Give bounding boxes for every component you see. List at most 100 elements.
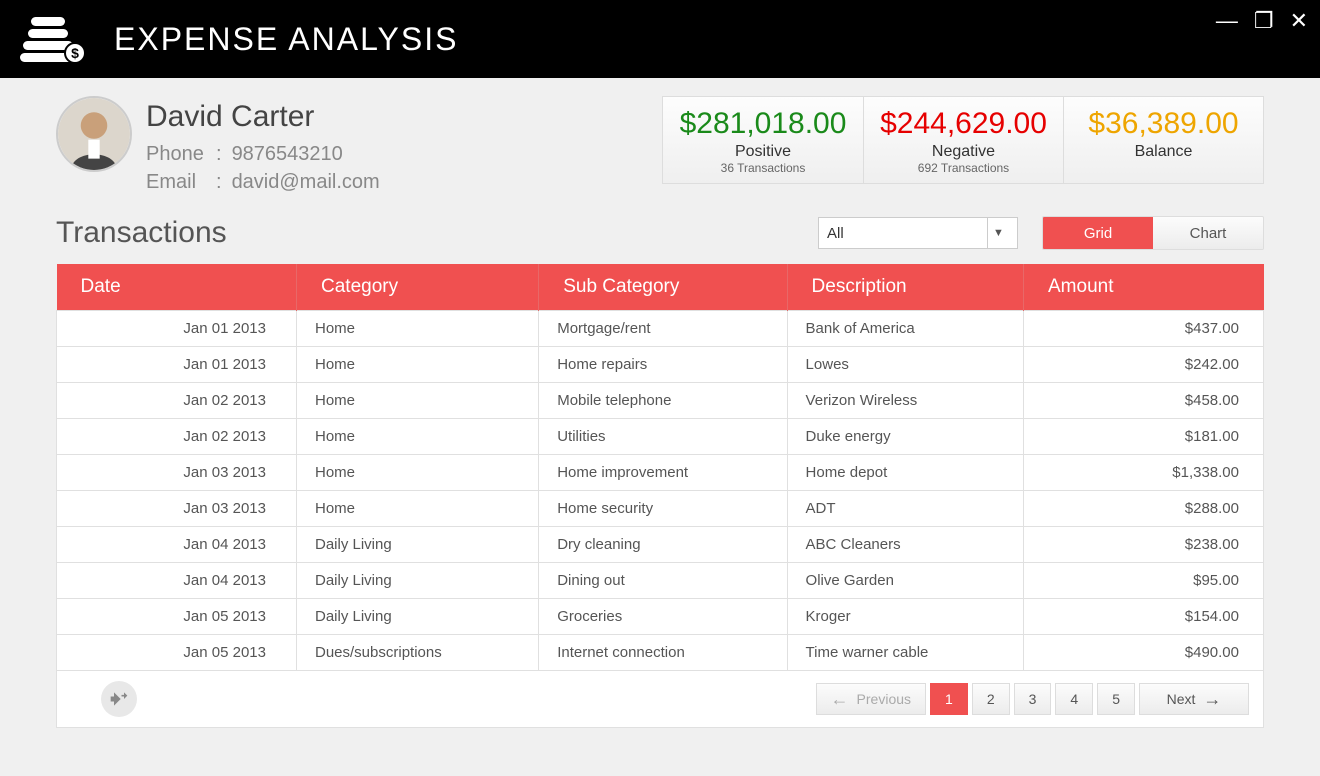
cell-amount: $288.00	[1024, 491, 1264, 527]
negative-amount: $244,629.00	[876, 107, 1051, 141]
cell-subcategory: Home repairs	[539, 347, 787, 383]
cell-date: Jan 04 2013	[57, 527, 297, 563]
pager-page-1[interactable]: 1	[930, 683, 968, 715]
cell-amount: $154.00	[1024, 599, 1264, 635]
view-chart-button[interactable]: Chart	[1153, 217, 1263, 249]
pager-page-2[interactable]: 2	[972, 683, 1010, 715]
cell-category: Daily Living	[297, 599, 539, 635]
window-controls: — ❐ ✕	[1216, 8, 1308, 34]
positive-sub: 36 Transactions	[675, 161, 851, 175]
cell-amount: $95.00	[1024, 563, 1264, 599]
cell-amount: $437.00	[1024, 311, 1264, 347]
email-value: david@mail.com	[232, 168, 380, 196]
cell-category: Home	[297, 311, 539, 347]
table-row[interactable]: Jan 02 2013 Home Mobile telephone Verizo…	[57, 383, 1264, 419]
cell-category: Home	[297, 347, 539, 383]
avatar	[56, 96, 132, 172]
positive-label: Positive	[675, 143, 851, 161]
positive-amount: $281,018.00	[675, 107, 851, 141]
app-title: EXPENSE ANALYSIS	[114, 21, 458, 58]
cell-description: Duke energy	[787, 419, 1023, 455]
th-amount[interactable]: Amount	[1024, 264, 1264, 311]
th-date[interactable]: Date	[57, 264, 297, 311]
maximize-button[interactable]: ❐	[1254, 8, 1274, 34]
cell-amount: $238.00	[1024, 527, 1264, 563]
view-toggle: Grid Chart	[1042, 216, 1264, 250]
cell-subcategory: Home security	[539, 491, 787, 527]
minimize-button[interactable]: —	[1216, 8, 1238, 34]
pager-page-4[interactable]: 4	[1055, 683, 1093, 715]
cell-subcategory: Groceries	[539, 599, 787, 635]
th-description[interactable]: Description	[787, 264, 1023, 311]
profile-block: David Carter Phone:9876543210 Email:davi…	[56, 96, 380, 196]
negative-label: Negative	[876, 143, 1051, 161]
cell-subcategory: Internet connection	[539, 635, 787, 671]
arrow-right-icon: →	[1203, 689, 1221, 710]
cell-subcategory: Mobile telephone	[539, 383, 787, 419]
pager-previous[interactable]: ←Previous	[816, 683, 926, 715]
table-row[interactable]: Jan 01 2013 Home Home repairs Lowes $242…	[57, 347, 1264, 383]
negative-sub: 692 Transactions	[876, 161, 1051, 175]
export-icon	[109, 689, 129, 709]
cell-description: Bank of America	[787, 311, 1023, 347]
table-row[interactable]: Jan 02 2013 Home Utilities Duke energy $…	[57, 419, 1264, 455]
pager-page-3[interactable]: 3	[1014, 683, 1052, 715]
transactions-table: Date Category Sub Category Description A…	[56, 264, 1264, 671]
cell-subcategory: Mortgage/rent	[539, 311, 787, 347]
pager-next[interactable]: Next→	[1139, 683, 1249, 715]
cell-subcategory: Dry cleaning	[539, 527, 787, 563]
profile-name: David Carter	[146, 96, 380, 138]
table-row[interactable]: Jan 03 2013 Home Home security ADT $288.…	[57, 491, 1264, 527]
arrow-left-icon: ←	[831, 689, 849, 710]
table-row[interactable]: Jan 05 2013 Dues/subscriptions Internet …	[57, 635, 1264, 671]
close-button[interactable]: ✕	[1290, 8, 1308, 34]
cell-description: Olive Garden	[787, 563, 1023, 599]
cell-category: Dues/subscriptions	[297, 635, 539, 671]
balance-amount: $36,389.00	[1076, 107, 1251, 141]
summary-positive: $281,018.00 Positive 36 Transactions	[663, 97, 863, 183]
table-row[interactable]: Jan 03 2013 Home Home improvement Home d…	[57, 455, 1264, 491]
th-category[interactable]: Category	[297, 264, 539, 311]
cell-date: Jan 03 2013	[57, 491, 297, 527]
cell-description: Home depot	[787, 455, 1023, 491]
cell-subcategory: Home improvement	[539, 455, 787, 491]
cell-description: ABC Cleaners	[787, 527, 1023, 563]
phone-value: 9876543210	[232, 140, 343, 168]
filter-value: All	[827, 225, 844, 242]
view-grid-button[interactable]: Grid	[1043, 217, 1153, 249]
cell-category: Home	[297, 419, 539, 455]
table-row[interactable]: Jan 04 2013 Daily Living Dry cleaning AB…	[57, 527, 1264, 563]
cell-date: Jan 02 2013	[57, 383, 297, 419]
cell-category: Home	[297, 455, 539, 491]
cell-date: Jan 03 2013	[57, 455, 297, 491]
cell-category: Daily Living	[297, 563, 539, 599]
app-header: $ EXPENSE ANALYSIS — ❐ ✕	[0, 0, 1320, 78]
table-row[interactable]: Jan 04 2013 Daily Living Dining out Oliv…	[57, 563, 1264, 599]
app-logo: $	[20, 17, 86, 62]
pager-page-5[interactable]: 5	[1097, 683, 1135, 715]
table-row[interactable]: Jan 01 2013 Home Mortgage/rent Bank of A…	[57, 311, 1264, 347]
section-title: Transactions	[56, 216, 227, 250]
cell-date: Jan 04 2013	[57, 563, 297, 599]
dollar-badge-icon: $	[64, 42, 86, 64]
table-row[interactable]: Jan 05 2013 Daily Living Groceries Kroge…	[57, 599, 1264, 635]
cell-date: Jan 02 2013	[57, 419, 297, 455]
cell-amount: $242.00	[1024, 347, 1264, 383]
summary-balance: $36,389.00 Balance	[1063, 97, 1263, 183]
email-label: Email	[146, 168, 206, 196]
chevron-down-icon: ▼	[987, 218, 1009, 248]
export-button[interactable]	[101, 681, 137, 717]
th-subcategory[interactable]: Sub Category	[539, 264, 787, 311]
cell-description: Lowes	[787, 347, 1023, 383]
filter-select[interactable]: All ▼	[818, 217, 1018, 249]
cell-amount: $1,338.00	[1024, 455, 1264, 491]
cell-date: Jan 05 2013	[57, 635, 297, 671]
cell-date: Jan 05 2013	[57, 599, 297, 635]
cell-subcategory: Utilities	[539, 419, 787, 455]
cell-category: Daily Living	[297, 527, 539, 563]
cell-amount: $490.00	[1024, 635, 1264, 671]
cell-description: ADT	[787, 491, 1023, 527]
cell-description: Verizon Wireless	[787, 383, 1023, 419]
cell-date: Jan 01 2013	[57, 311, 297, 347]
cell-amount: $458.00	[1024, 383, 1264, 419]
